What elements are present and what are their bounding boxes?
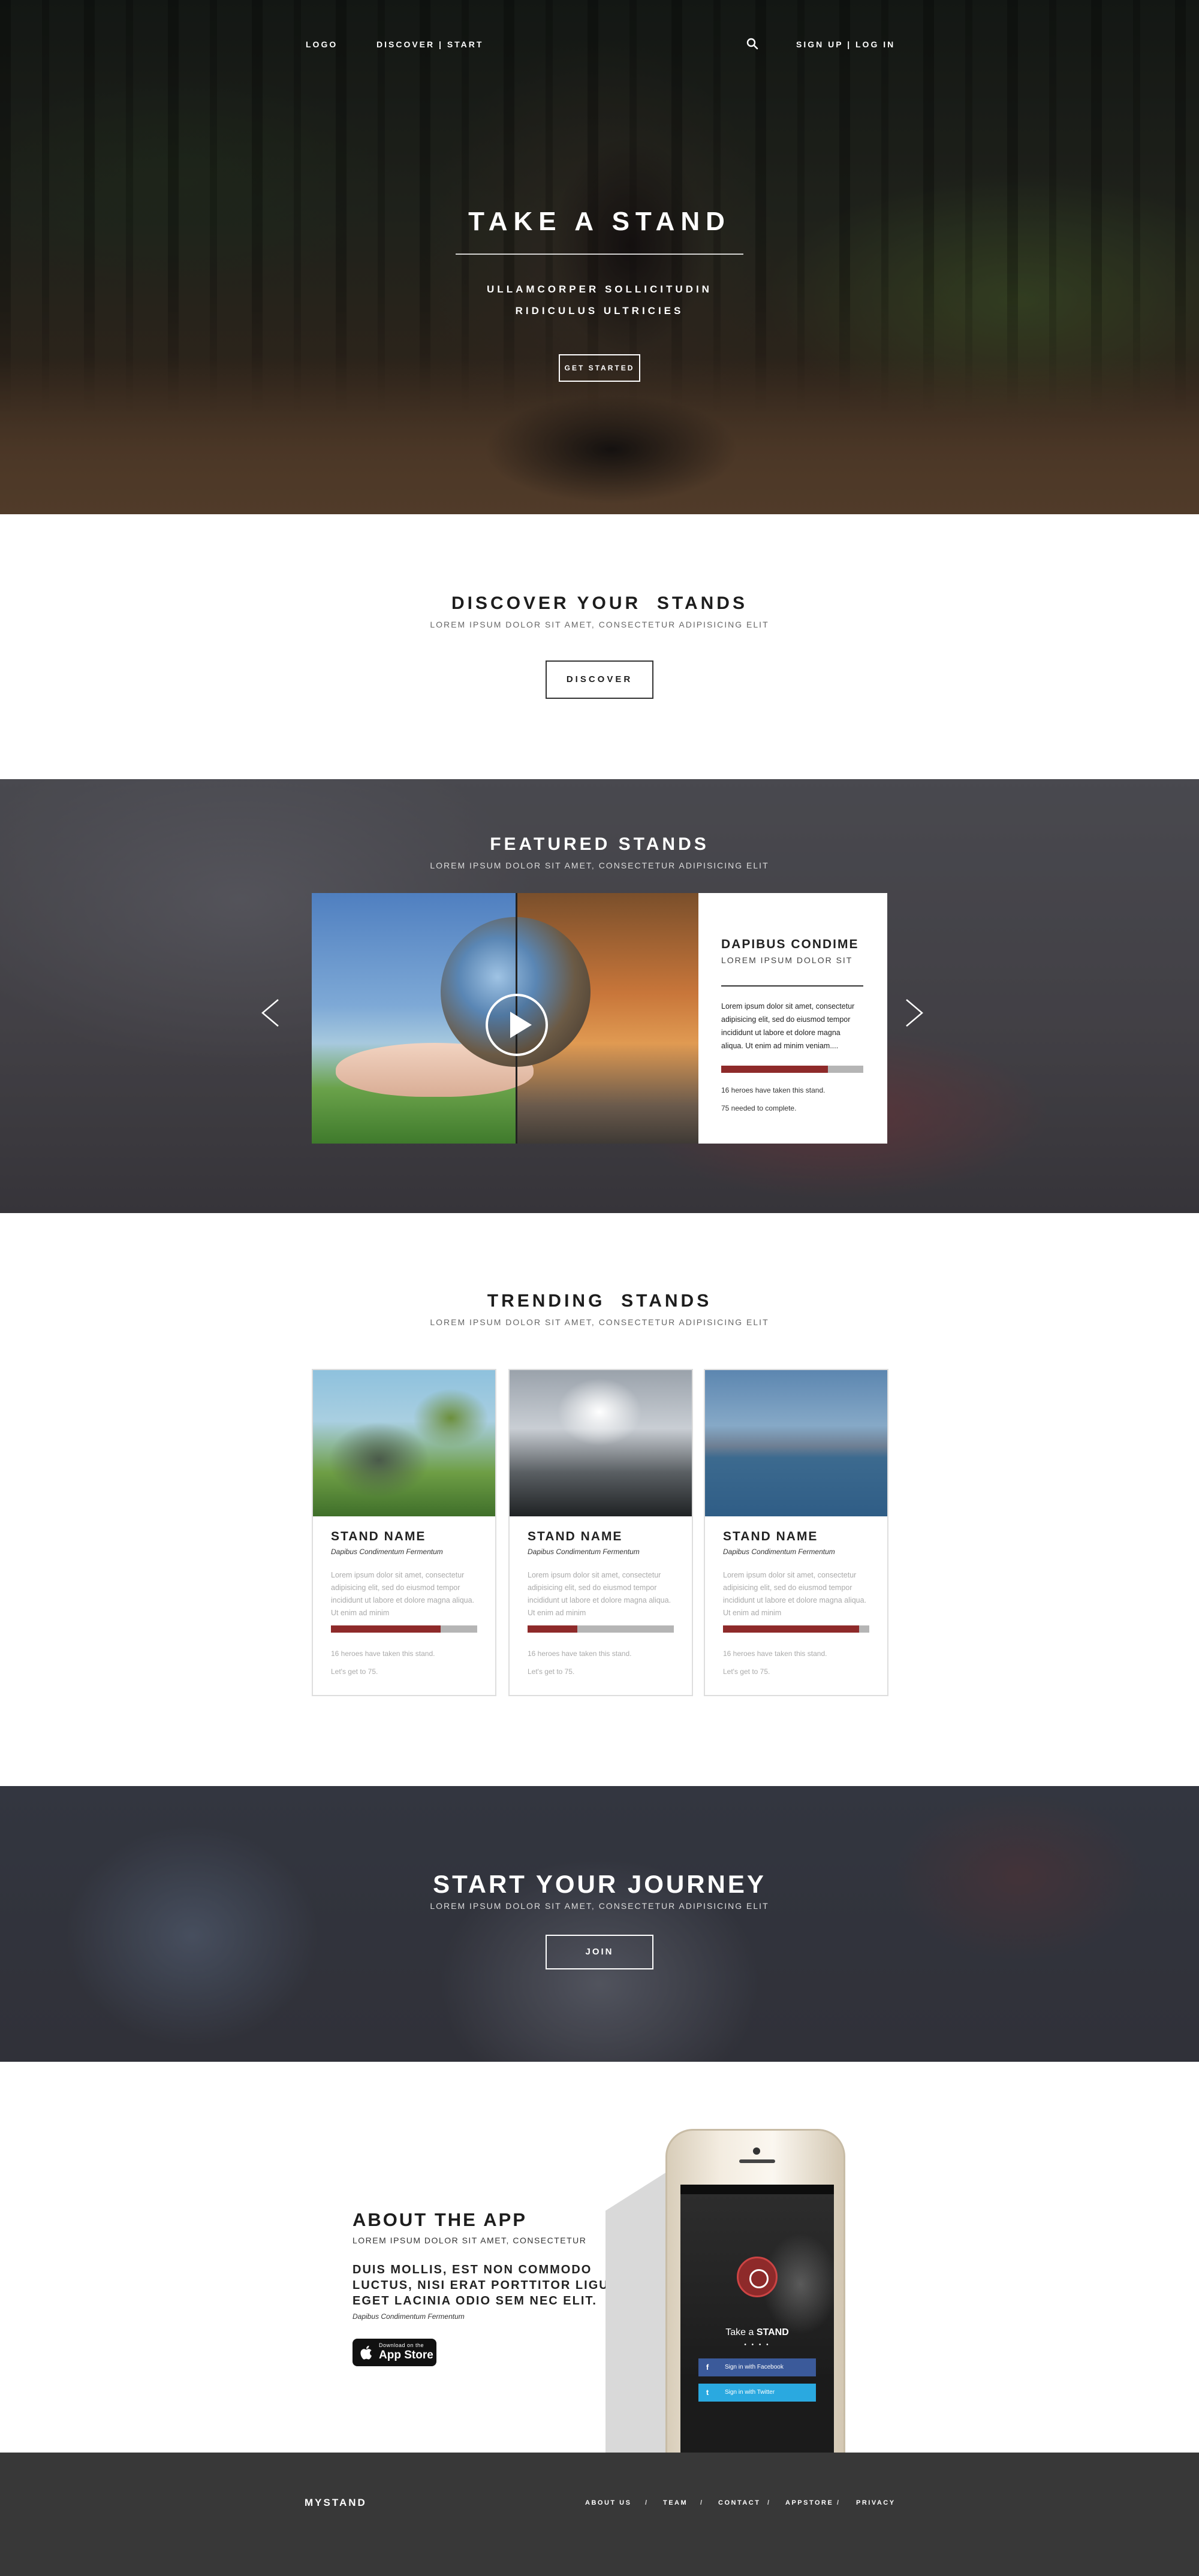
footer-brand[interactable]: MYSTAND: [305, 2497, 367, 2509]
stand-name: STAND NAME: [528, 1530, 623, 1543]
stand-heroes-count: 16 heroes have taken this stand.: [528, 1649, 632, 1658]
footer: MYSTAND ABOUT US / TEAM / CONTACT / APPS…: [0, 2453, 1199, 2576]
stand-image-forest: [510, 1370, 692, 1516]
phone-tagline: Take a STAND: [725, 2327, 789, 2337]
appstore-small-text: Download on the: [379, 2342, 424, 2348]
carousel-prev-icon[interactable]: [258, 995, 282, 1031]
discover-start-link[interactable]: DISCOVER | START: [376, 40, 483, 49]
discover-section: DISCOVER YOUR STANDS LOREM IPSUM DOLOR S…: [0, 514, 1199, 779]
about-app-section: ABOUT THE APP LOREM IPSUM DOLOR SIT AMET…: [0, 2062, 1199, 2453]
featured-video-thumbnail[interactable]: [312, 893, 698, 1144]
get-started-button[interactable]: GET STARTED: [559, 354, 640, 382]
stand-description: Lorem ipsum dolor sit amet, consectetur …: [723, 1571, 867, 1617]
apple-icon: [360, 2345, 374, 2360]
stand-progress-bar: [331, 1625, 477, 1633]
footer-separator: /: [837, 2499, 840, 2506]
footer-separator: /: [767, 2499, 771, 2506]
stand-goal: Let's get to 75.: [331, 1667, 378, 1676]
stand-subtitle: Dapibus Condimentum Fermentum: [723, 1548, 835, 1556]
speaker-grille: [739, 2159, 775, 2163]
app-store-button[interactable]: Download on the App Store: [353, 2339, 436, 2366]
stand-progress-fill: [723, 1625, 859, 1633]
featured-needed-count: 75 needed to complete.: [721, 1104, 797, 1112]
stand-progress-bar: [723, 1625, 869, 1633]
featured-stand-title: DAPIBUS CONDIME: [721, 937, 859, 951]
stand-progress-bar: [528, 1625, 674, 1633]
featured-info-panel: DAPIBUS CONDIME LOREM IPSUM DOLOR SIT Lo…: [698, 893, 887, 1144]
footer-link-privacy[interactable]: PRIVACY: [856, 2499, 896, 2506]
stand-name: STAND NAME: [331, 1530, 426, 1543]
trending-section: TRENDING STANDS LOREM IPSUM DOLOR SIT AM…: [0, 1213, 1199, 1786]
trending-card[interactable]: STAND NAME Dapibus Condimentum Fermentum…: [312, 1369, 496, 1696]
journey-subtitle: LOREM IPSUM DOLOR SIT AMET, CONSECTETUR …: [430, 1901, 769, 1911]
footer-link-about[interactable]: ABOUT US: [585, 2499, 631, 2506]
top-nav: LOGO DISCOVER | START SIGN UP | LOG IN: [0, 37, 1199, 52]
stand-subtitle: Dapibus Condimentum Fermentum: [331, 1548, 443, 1556]
featured-progress-fill: [721, 1066, 828, 1073]
hero-title: TAKE A STAND: [468, 207, 731, 236]
signup-login-link[interactable]: SIGN UP | LOG IN: [796, 40, 895, 49]
footer-link-team[interactable]: TEAM: [663, 2499, 688, 2506]
footer-link-contact[interactable]: CONTACT: [718, 2499, 760, 2506]
app-logo-badge-icon: [737, 2257, 778, 2297]
footer-separator: /: [645, 2499, 649, 2506]
featured-subtitle: LOREM IPSUM DOLOR SIT AMET, CONSECTETUR …: [430, 861, 769, 870]
facebook-icon: f: [706, 2363, 709, 2372]
stand-image-ruins: [313, 1370, 495, 1516]
featured-progress-bar: [721, 1066, 863, 1073]
logo-link[interactable]: LOGO: [306, 40, 338, 49]
pager-dots: • • • •: [744, 2342, 770, 2348]
featured-heroes-count: 16 heroes have taken this stand.: [721, 1086, 826, 1094]
facebook-signin-button[interactable]: f Sign in with Facebook: [698, 2358, 816, 2376]
featured-stand-description: Lorem ipsum dolor sit amet, consectetur …: [721, 1002, 855, 1050]
stand-heroes-count: 16 heroes have taken this stand.: [723, 1649, 827, 1658]
trending-subtitle: LOREM IPSUM DOLOR SIT AMET, CONSECTETUR …: [430, 1317, 769, 1327]
stand-image-lake: [705, 1370, 887, 1516]
twitter-icon: t: [706, 2388, 709, 2397]
appstore-big-text: App Store: [379, 2349, 433, 2361]
stand-subtitle: Dapibus Condimentum Fermentum: [528, 1548, 640, 1556]
trending-cards: STAND NAME Dapibus Condimentum Fermentum…: [312, 1369, 888, 1696]
footer-link-appstore[interactable]: APPSTORE: [785, 2499, 833, 2506]
trending-card[interactable]: STAND NAME Dapibus Condimentum Fermentum…: [704, 1369, 888, 1696]
featured-stand-subtitle: LOREM IPSUM DOLOR SIT: [721, 955, 853, 965]
discover-button[interactable]: DISCOVER: [546, 660, 653, 699]
hero-section: LOGO DISCOVER | START SIGN UP | LOG IN T…: [0, 0, 1199, 514]
stand-goal: Let's get to 75.: [723, 1667, 770, 1676]
featured-card-wrapper: DAPIBUS CONDIME LOREM IPSUM DOLOR SIT Lo…: [312, 893, 887, 1144]
featured-title: FEATURED STANDS: [490, 834, 709, 854]
discover-subtitle: LOREM IPSUM DOLOR SIT AMET, CONSECTETUR …: [430, 620, 769, 629]
phone-screen: Take a STAND • • • • f Sign in with Face…: [680, 2185, 834, 2453]
trending-title: TRENDING STANDS: [487, 1291, 712, 1311]
phone-statusbar: [680, 2185, 834, 2194]
stand-description: Lorem ipsum dolor sit amet, consectetur …: [331, 1571, 475, 1617]
carousel-next-icon[interactable]: [903, 995, 927, 1031]
hero-subtitle: ULLAMCORPER SOLLICITUDIN RIDICULUS ULTRI…: [0, 279, 1199, 322]
hero-divider: [456, 254, 743, 255]
stand-name: STAND NAME: [723, 1530, 818, 1543]
stand-progress-fill: [528, 1625, 577, 1633]
footer-separator: /: [700, 2499, 704, 2506]
join-button[interactable]: JOIN: [546, 1935, 653, 1969]
stand-progress-fill: [331, 1625, 441, 1633]
camera-icon: [753, 2147, 760, 2155]
hero-content: TAKE A STAND ULLAMCORPER SOLLICITUDIN RI…: [0, 207, 1199, 382]
stand-goal: Let's get to 75.: [528, 1667, 575, 1676]
hero-subtitle-line2: RIDICULUS ULTRICIES: [515, 305, 684, 316]
featured-header: FEATURED STANDS LOREM IPSUM DOLOR SIT AM…: [0, 834, 1199, 870]
journey-title: START YOUR JOURNEY: [433, 1870, 766, 1898]
phone-mockup: Take a STAND • • • • f Sign in with Face…: [665, 2129, 845, 2453]
trending-card[interactable]: STAND NAME Dapibus Condimentum Fermentum…: [508, 1369, 693, 1696]
journey-section: START YOUR JOURNEY LOREM IPSUM DOLOR SIT…: [0, 1786, 1199, 2062]
twitter-signin-button[interactable]: t Sign in with Twitter: [698, 2384, 816, 2402]
play-icon[interactable]: [484, 992, 550, 1058]
stand-heroes-count: 16 heroes have taken this stand.: [331, 1649, 435, 1658]
journey-header: START YOUR JOURNEY LOREM IPSUM DOLOR SIT…: [0, 1870, 1199, 1969]
discover-title: DISCOVER YOUR STANDS: [451, 593, 748, 613]
search-icon[interactable]: [746, 37, 759, 50]
stand-description: Lorem ipsum dolor sit amet, consectetur …: [528, 1571, 671, 1617]
hero-subtitle-line1: ULLAMCORPER SOLLICITUDIN: [487, 283, 712, 295]
